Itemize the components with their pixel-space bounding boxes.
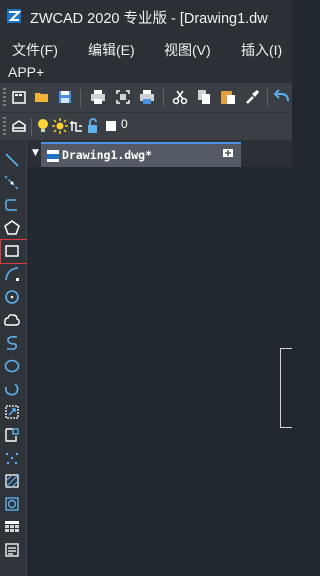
ellipse-arc-icon[interactable] bbox=[3, 380, 21, 398]
save-icon[interactable] bbox=[56, 88, 74, 106]
toolbar-separator bbox=[80, 89, 81, 107]
toolbar-grip[interactable] bbox=[3, 117, 6, 137]
region-icon[interactable] bbox=[3, 495, 21, 513]
construction-line-icon[interactable] bbox=[3, 174, 21, 192]
menu-edit[interactable]: 编辑(E) bbox=[88, 40, 135, 60]
insert-block-icon[interactable] bbox=[3, 403, 21, 421]
polygon-icon[interactable] bbox=[3, 219, 21, 237]
menu-insert[interactable]: 插入(I) bbox=[241, 40, 282, 60]
copy-icon[interactable] bbox=[195, 88, 213, 106]
layer-manager-icon[interactable] bbox=[10, 117, 28, 135]
polyline-icon[interactable] bbox=[3, 196, 21, 214]
table-icon[interactable] bbox=[3, 518, 21, 536]
match-properties-icon[interactable] bbox=[243, 88, 261, 106]
color-swatch-icon[interactable] bbox=[103, 117, 121, 135]
new-tab-button[interactable] bbox=[218, 145, 238, 161]
sun-icon[interactable] bbox=[51, 117, 69, 135]
toolbar-grip[interactable] bbox=[3, 88, 6, 108]
current-layer-name[interactable]: 0 bbox=[121, 117, 128, 131]
toolbar-separator bbox=[267, 89, 268, 107]
drawing-canvas[interactable] bbox=[27, 167, 292, 576]
zwcad-logo-icon bbox=[7, 9, 22, 23]
canvas-ucs-edge bbox=[280, 348, 292, 428]
layer-toolbar bbox=[0, 112, 292, 141]
point-icon[interactable] bbox=[3, 449, 21, 467]
cut-icon[interactable] bbox=[171, 88, 189, 106]
undo-icon[interactable] bbox=[273, 88, 291, 106]
document-tab-bar: ▼ Drawing1.dwg* ✕ bbox=[27, 140, 292, 167]
hatch-icon[interactable] bbox=[3, 472, 21, 490]
standard-toolbar bbox=[0, 82, 292, 113]
lock-open-icon[interactable] bbox=[85, 117, 103, 135]
arc-icon[interactable] bbox=[3, 265, 21, 283]
spline-icon[interactable] bbox=[3, 334, 21, 352]
tab-title: Drawing1.dwg* bbox=[62, 148, 153, 162]
menu-app-plus[interactable]: APP+ bbox=[8, 64, 44, 80]
toolbar-separator bbox=[31, 118, 32, 136]
title-bar: ZWCAD 2020 专业版 - [Drawing1.dw bbox=[0, 0, 292, 34]
tab-drawing1[interactable]: Drawing1.dwg* ✕ bbox=[41, 142, 241, 167]
line-icon[interactable] bbox=[3, 151, 21, 169]
ellipse-icon[interactable] bbox=[3, 357, 21, 375]
toolbar-separator bbox=[163, 89, 164, 107]
multiline-text-icon[interactable] bbox=[3, 541, 21, 559]
circle-icon[interactable] bbox=[3, 288, 21, 306]
open-folder-icon[interactable] bbox=[33, 88, 51, 106]
plot-icon[interactable] bbox=[138, 88, 156, 106]
window-title: ZWCAD 2020 专业版 - [Drawing1.dw bbox=[30, 11, 268, 27]
print-preview-icon[interactable] bbox=[114, 88, 132, 106]
print-icon[interactable] bbox=[89, 88, 107, 106]
menu-view[interactable]: 视图(V) bbox=[164, 40, 211, 60]
lightbulb-on-icon[interactable] bbox=[34, 117, 52, 135]
freeze-icon[interactable] bbox=[68, 117, 86, 135]
menu-file[interactable]: 文件(F) bbox=[12, 40, 58, 60]
paste-icon[interactable] bbox=[219, 88, 237, 106]
tab-list-dropdown[interactable]: ▼ bbox=[32, 148, 39, 158]
make-block-icon[interactable] bbox=[3, 426, 21, 444]
revision-cloud-icon[interactable] bbox=[3, 311, 21, 329]
new-file-icon[interactable] bbox=[10, 88, 28, 106]
dwg-file-icon bbox=[47, 150, 59, 162]
draw-toolbar bbox=[0, 140, 27, 576]
menu-bar: 文件(F) 编辑(E) 视图(V) 插入(I) APP+ bbox=[0, 34, 292, 82]
